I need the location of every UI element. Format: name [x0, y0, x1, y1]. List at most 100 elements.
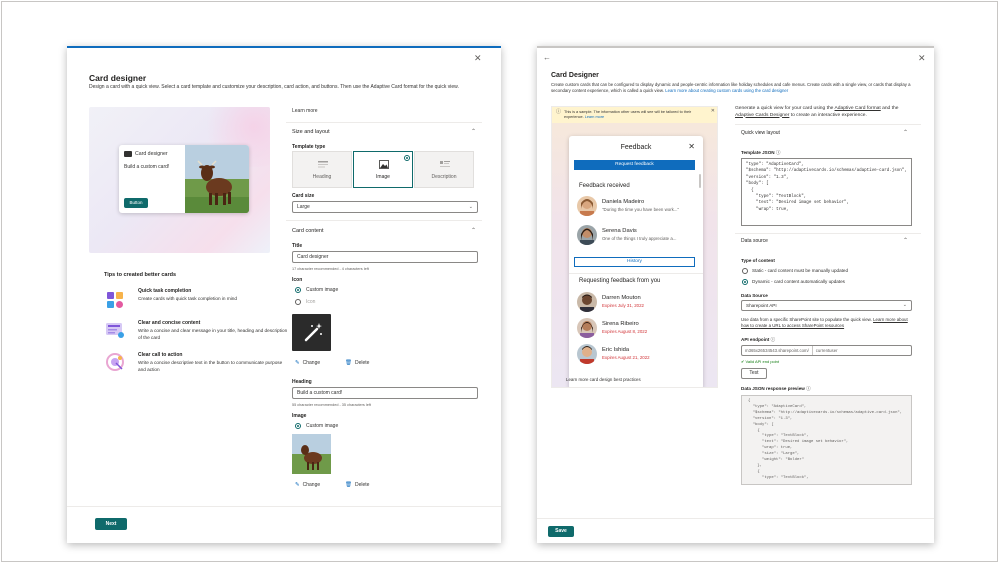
valid-text: Valid API end point — [745, 359, 779, 364]
person-name: Daniela Madeiro — [602, 199, 645, 205]
template-description-option[interactable]: Description — [414, 151, 474, 188]
heading-template-icon — [318, 161, 328, 168]
scrollbar[interactable] — [699, 174, 701, 188]
sample-learn-more-link[interactable]: Learn more — [585, 115, 604, 119]
delete-image-button[interactable]: 🗑 Delete — [345, 482, 369, 488]
dynamic-content-radio[interactable] — [742, 279, 748, 285]
divider — [286, 220, 482, 221]
template-image-option[interactable]: Image — [353, 151, 413, 188]
heading-hint: 55 character recommended - 35 characters… — [292, 403, 371, 407]
title-input[interactable]: Card designer — [292, 251, 478, 263]
divider — [286, 122, 482, 123]
data-source-value: Sharepoint API — [746, 303, 777, 308]
custom-image-radio[interactable] — [295, 423, 301, 429]
requesting-feedback-header: Requesting feedback from you — [579, 278, 661, 284]
page-description: Create custom cards that can be configur… — [551, 82, 921, 94]
change-icon-button[interactable]: ✎ Change — [295, 360, 320, 366]
chevron-up-icon[interactable]: ⌃ — [903, 129, 908, 136]
call-to-action-icon — [105, 352, 125, 372]
tip-text: Write a concise descriptive text in the … — [138, 360, 283, 372]
tip-heading: Clear call to action — [138, 352, 183, 358]
page-title: Card Designer — [551, 72, 599, 79]
intro-part: Generate a quick view for your card usin… — [735, 106, 834, 111]
cow-image — [185, 145, 249, 213]
intro-text: Generate a quick view for your card usin… — [735, 106, 915, 119]
api-valid-status: ✔ Valid API end point — [741, 359, 779, 364]
divider — [735, 124, 921, 125]
api-endpoint-label: API endpoint ⓘ — [741, 337, 775, 343]
request-feedback-button[interactable]: Request feedback — [574, 160, 695, 170]
learn-more-link[interactable]: Learn more — [292, 108, 318, 114]
avatar — [577, 196, 597, 216]
chevron-up-icon[interactable]: ⌃ — [471, 227, 476, 234]
dismiss-icon[interactable]: ✕ — [711, 109, 715, 114]
data-source-help: Use data from a specific SharePoint site… — [741, 317, 913, 329]
clear-content-icon — [105, 320, 125, 340]
size-layout-section-header[interactable]: Size and layout — [292, 129, 330, 135]
next-button[interactable]: Next — [95, 518, 127, 530]
delete-icon-button[interactable]: 🗑 Delete — [345, 360, 369, 366]
api-endpoint-input[interactable]: m365x26534543.sharepoint.com/currentuser — [741, 345, 912, 356]
info-icon: ⓘ — [770, 337, 776, 342]
template-heading-option[interactable]: Heading — [292, 151, 352, 188]
card-size-value: Large — [297, 204, 310, 210]
card-content-section-header[interactable]: Card content — [292, 228, 324, 234]
card-icon — [124, 151, 132, 157]
card-preview-hero: Card designer Build a custom card! Butto… — [89, 107, 270, 253]
radio-label: Custom image — [306, 423, 339, 429]
template-option-label: Image — [376, 174, 390, 180]
icon-radio[interactable] — [295, 299, 301, 305]
label-text: API endpoint — [741, 337, 770, 342]
best-practices-link[interactable]: Learn more card design best practices — [566, 377, 641, 384]
static-content-radio[interactable] — [742, 268, 748, 274]
sample-notice: ⓘ This is a sample. The information othe… — [552, 107, 717, 123]
close-icon[interactable]: ✕ — [918, 53, 926, 64]
learn-more-custom-cards-link[interactable]: Learn more about creating custom cards u… — [665, 88, 788, 93]
intro-part: to create an interactive experience. — [790, 112, 867, 118]
title-label: Title — [292, 243, 303, 249]
chevron-up-icon[interactable]: ⌃ — [903, 237, 908, 244]
preview-card: Card designer Build a custom card! Butto… — [119, 145, 249, 213]
adaptive-card-format-link[interactable]: Adaptive Card format — [835, 106, 881, 111]
list-item[interactable]: Serena Davis One of the things I truly a… — [577, 225, 697, 247]
template-type-label: Template type — [292, 144, 326, 150]
type-of-content-label: Type of content — [741, 258, 775, 263]
tips-title: Tips to created better cards — [104, 272, 177, 278]
list-item[interactable]: Eric Ishida Expires August 21, 2022 — [577, 344, 697, 366]
avatar — [577, 225, 597, 245]
test-button[interactable]: Test — [741, 368, 767, 379]
adaptive-cards-designer-link[interactable]: Adaptive Cards Designer — [735, 113, 789, 118]
heading-label: Heading — [292, 379, 312, 385]
change-image-button[interactable]: ✎ Change — [295, 482, 320, 488]
list-item[interactable]: Sirena Ribeiro Expires August 8, 2022 — [577, 318, 697, 340]
list-item[interactable]: Darren Mouton Expires July 31, 2022 — [577, 292, 697, 314]
data-source-dropdown[interactable]: Sharepoint API ⌄ — [741, 300, 912, 311]
expiry-date: Expires August 21, 2022 — [602, 355, 650, 360]
template-json-editor[interactable]: "type": "AdaptiveCard", "$schema": "http… — [741, 158, 912, 226]
back-arrow-icon[interactable]: ← — [543, 53, 551, 62]
save-button[interactable]: Save — [548, 526, 574, 537]
close-icon[interactable]: ✕ — [474, 53, 482, 64]
heading-input[interactable]: Build a custom card! — [292, 387, 478, 399]
check-icon: ✔ — [741, 359, 745, 364]
sample-note-text: This is a sample. The information other … — [564, 110, 692, 119]
sample-preview: ⓘ This is a sample. The information othe… — [551, 106, 718, 388]
data-source-section-header[interactable]: Data source — [741, 238, 768, 244]
template-option-label: Heading — [312, 174, 332, 180]
chevron-up-icon[interactable]: ⌃ — [471, 128, 476, 135]
card-size-dropdown[interactable]: Large ⌄ — [292, 201, 478, 213]
api-value: currentuser — [815, 348, 838, 353]
trash-icon: 🗑 — [345, 482, 352, 488]
radio-label: Static - card content must be manually u… — [752, 268, 849, 273]
help-text: Use data from a specific SharePoint site… — [741, 317, 872, 322]
quick-view-section-header[interactable]: Quick view layout — [741, 130, 780, 136]
radio-label: Custom image — [306, 287, 339, 293]
list-item[interactable]: Daniela Madeiro "During the time you hav… — [577, 196, 697, 218]
custom-image-radio[interactable] — [295, 287, 301, 293]
history-button[interactable]: History — [574, 257, 695, 267]
description-template-icon — [440, 161, 450, 167]
close-icon[interactable]: ✕ — [688, 142, 695, 151]
person-name: Sirena Ribeiro — [602, 321, 639, 327]
trash-icon: 🗑 — [345, 360, 352, 366]
title-hint: 17 character recommended - 4 characters … — [292, 267, 369, 271]
